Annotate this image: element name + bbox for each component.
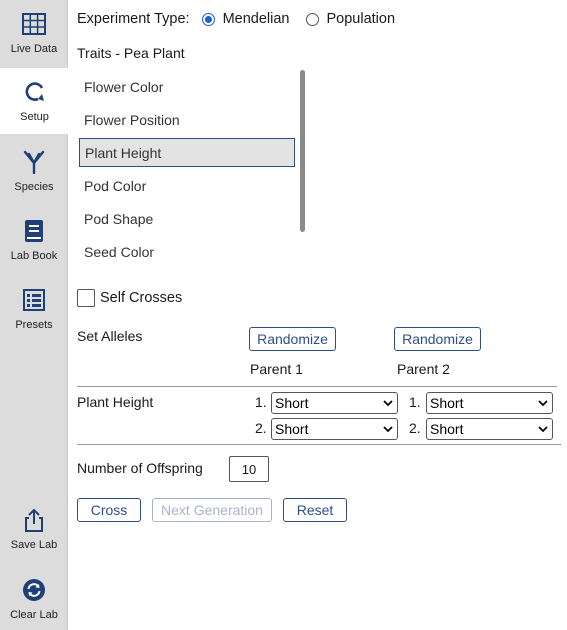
cross-button[interactable]: Cross [77, 498, 141, 522]
sidebar-item-label: Presets [15, 319, 53, 331]
select-value: Short [275, 395, 309, 411]
next-generation-button[interactable]: Next Generation [152, 498, 272, 522]
sidebar: Live Data Setup Species Lab Book Presets… [0, 0, 69, 630]
sidebar-item-label: Lab Book [10, 250, 58, 262]
grid-icon [20, 10, 48, 38]
radio-label: Mendelian [222, 11, 290, 27]
radio-label: Population [326, 11, 396, 27]
share-icon [20, 506, 48, 534]
sidebar-item-label: Species [14, 181, 54, 193]
experiment-type-row: Experiment Type: Mendelian Population [77, 11, 395, 27]
sidebar-item-lab-book[interactable]: Lab Book [0, 207, 68, 273]
trait-item[interactable]: Flower Position [79, 105, 295, 134]
trait-list-scrollbar[interactable] [300, 70, 305, 232]
radio-checked-icon [201, 12, 215, 26]
allele-number: 1. [255, 394, 267, 410]
sidebar-item-label: Setup [20, 111, 49, 123]
chevron-down-icon [538, 426, 548, 433]
allele-trait-name: Plant Height [77, 394, 154, 410]
allele-number: 2. [255, 420, 267, 436]
parent1-allele2-select[interactable]: Short [271, 418, 398, 440]
sidebar-item-clear-lab[interactable]: Clear Lab [0, 566, 68, 630]
traits-title: Traits - Pea Plant [77, 45, 185, 61]
trait-item-selected[interactable]: Plant Height [79, 138, 295, 167]
chevron-down-icon [383, 400, 393, 407]
trait-item[interactable]: Pod Color [79, 171, 295, 200]
experiment-type-label: Experiment Type: [77, 11, 190, 27]
parent2-label: Parent 2 [397, 361, 450, 377]
sidebar-item-species[interactable]: Species [0, 138, 68, 204]
divider [77, 444, 561, 445]
chevron-down-icon [538, 400, 548, 407]
randomize-parent2-button[interactable]: Randomize [394, 327, 481, 351]
sidebar-item-save-lab[interactable]: Save Lab [0, 496, 68, 562]
parent1-label: Parent 1 [250, 361, 303, 377]
select-value: Short [430, 395, 464, 411]
randomize-parent1-button[interactable]: Randomize [249, 327, 336, 351]
setup-panel: Experiment Type: Mendelian Population Tr… [77, 0, 567, 630]
sidebar-item-presets[interactable]: Presets [0, 276, 68, 342]
trait-item[interactable]: Pod Shape [79, 204, 295, 233]
radio-mendelian[interactable]: Mendelian [201, 11, 290, 27]
trait-list: Flower Color Flower Position Plant Heigh… [79, 70, 305, 266]
sidebar-item-setup[interactable]: Setup [0, 68, 69, 134]
trait-item[interactable]: Flower Color [79, 72, 295, 101]
refresh-arrow-icon [21, 78, 49, 106]
select-value: Short [430, 421, 464, 437]
offspring-count-input[interactable]: 10 [229, 456, 269, 482]
self-crosses-checkbox[interactable] [77, 289, 95, 307]
select-value: Short [275, 421, 309, 437]
self-crosses-toggle[interactable]: Self Crosses [77, 289, 182, 307]
radio-population[interactable]: Population [305, 11, 396, 27]
parent2-allele1-select[interactable]: Short [426, 392, 553, 414]
allele-number: 1. [409, 394, 421, 410]
book-icon [20, 217, 48, 245]
trait-item[interactable]: Seed Color [79, 237, 295, 266]
reset-button[interactable]: Reset [283, 498, 347, 522]
list-icon [20, 286, 48, 314]
self-crosses-label: Self Crosses [100, 290, 183, 306]
sidebar-item-label: Clear Lab [10, 609, 58, 621]
sidebar-item-label: Save Lab [10, 539, 58, 551]
set-alleles-title: Set Alleles [77, 328, 143, 344]
chevron-down-icon [383, 426, 393, 433]
radio-unchecked-icon [305, 12, 319, 26]
parent1-allele1-select[interactable]: Short [271, 392, 398, 414]
sidebar-item-live-data[interactable]: Live Data [0, 0, 68, 66]
allele-number: 2. [409, 420, 421, 436]
divider [77, 386, 557, 387]
recycle-icon [20, 576, 48, 604]
sidebar-item-label: Live Data [10, 43, 58, 55]
parent2-allele2-select[interactable]: Short [426, 418, 553, 440]
branch-icon [20, 148, 48, 176]
offspring-label: Number of Offspring [77, 460, 203, 476]
